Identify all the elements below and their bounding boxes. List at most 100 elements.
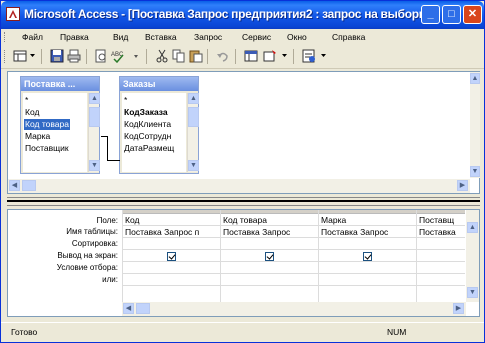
grid-cell-show[interactable] [221, 251, 318, 262]
properties-icon[interactable] [302, 49, 316, 63]
menu-window[interactable]: Окно [287, 32, 307, 42]
grid-cell-or[interactable] [123, 275, 220, 286]
scroll-down-icon[interactable]: ▼ [188, 160, 199, 171]
grid-cell-field[interactable]: Код товара [221, 215, 318, 226]
grid-column[interactable]: Код Поставка Запрос п [122, 210, 220, 316]
grid-cell-show[interactable] [319, 251, 416, 262]
scroll-thumb[interactable] [22, 180, 36, 191]
column-selector[interactable] [123, 210, 220, 214]
show-checkbox[interactable] [363, 252, 372, 261]
field-item-key[interactable]: КодЗаказа [124, 107, 168, 118]
grid-cell-or[interactable] [319, 275, 416, 286]
menu-tools[interactable]: Сервис [242, 32, 271, 42]
view-dropdown-icon[interactable] [30, 54, 35, 57]
grid-cell-criteria[interactable] [123, 263, 220, 274]
field-list[interactable]: * КодЗаказа КодКлиента КодСотрудн ДатаРа… [122, 93, 186, 172]
menu-view[interactable]: Вид [113, 32, 128, 42]
run-icon[interactable] [263, 49, 277, 63]
field-item[interactable]: * [124, 95, 127, 106]
query-type-icon[interactable] [244, 49, 258, 63]
pane-splitter[interactable] [7, 197, 480, 206]
scroll-thumb[interactable] [89, 107, 100, 127]
menu-help[interactable]: Справка [332, 32, 365, 42]
menu-edit[interactable]: Правка [60, 32, 89, 42]
toolbar-grip[interactable] [4, 50, 7, 63]
field-item[interactable]: КодКлиента [124, 119, 171, 130]
grid-cell-criteria[interactable] [319, 263, 416, 274]
print-preview-icon[interactable] [94, 49, 108, 63]
scroll-right-icon[interactable]: ▶ [453, 303, 464, 314]
scroll-down-icon[interactable]: ▼ [470, 166, 480, 177]
grid-column[interactable]: Код товара Поставка Запрос [220, 210, 318, 316]
show-checkbox[interactable] [167, 252, 176, 261]
grid-cell-show[interactable] [417, 251, 465, 262]
menu-file[interactable]: Файл [22, 32, 43, 42]
grid-cell-table[interactable]: Поставка [417, 227, 465, 238]
scroll-up-icon[interactable]: ▲ [470, 73, 480, 84]
save-icon[interactable] [50, 49, 64, 63]
column-selector[interactable] [221, 210, 318, 214]
copy-icon[interactable] [172, 49, 186, 63]
spelling-dropdown-icon[interactable] [129, 49, 143, 63]
field-item[interactable]: ДатаРазмещ [124, 143, 174, 154]
field-list-scrollbar[interactable]: ▲ ▼ [88, 93, 100, 172]
cut-icon[interactable] [155, 49, 169, 63]
undo-icon[interactable] [216, 49, 230, 63]
grid-cell-criteria[interactable] [221, 263, 318, 274]
paste-icon[interactable] [189, 49, 203, 63]
grid-cell-sort[interactable] [319, 239, 416, 250]
show-checkbox[interactable] [265, 252, 274, 261]
column-selector[interactable] [417, 210, 465, 214]
table-pane[interactable]: Поставка ... * Код Код товара Марка Пост… [7, 71, 480, 194]
field-item[interactable]: * [25, 95, 28, 106]
field-list[interactable]: * Код Код товара Марка Поставщик [23, 93, 87, 172]
scroll-right-icon[interactable]: ▶ [457, 180, 468, 191]
grid-cell-criteria[interactable] [417, 263, 465, 274]
table-pane-vscrollbar[interactable]: ▲ ▼ [470, 72, 480, 178]
field-item[interactable]: Поставщик [25, 143, 69, 154]
grid-cell-field[interactable]: Марка [319, 215, 416, 226]
table-pane-hscrollbar[interactable]: ◀ ▶ [8, 179, 470, 193]
title-bar[interactable]: Microsoft Access - [Поставка Запрос пред… [1, 1, 484, 29]
menu-grip[interactable] [4, 32, 7, 42]
access-app-icon[interactable] [6, 7, 20, 21]
join-line[interactable] [107, 136, 108, 161]
grid-column[interactable]: Марка Поставка Запрос [318, 210, 416, 316]
close-button[interactable]: ✕ [463, 5, 482, 24]
print-icon[interactable] [67, 49, 81, 63]
scroll-down-icon[interactable]: ▼ [89, 160, 100, 171]
table-title[interactable]: Поставка ... [21, 77, 99, 91]
grid-column[interactable]: Поставщ Поставка [416, 210, 465, 316]
grid-cell-show[interactable] [123, 251, 220, 262]
minimize-button[interactable]: _ [421, 5, 440, 24]
menu-query[interactable]: Запрос [194, 32, 222, 42]
join-line[interactable] [107, 160, 120, 161]
spelling-icon[interactable]: ABC [111, 49, 125, 63]
grid-hscrollbar[interactable]: ◀ ▶ [122, 302, 466, 316]
column-selector[interactable] [319, 210, 416, 214]
table-title[interactable]: Заказы [120, 77, 198, 91]
scroll-up-icon[interactable]: ▲ [89, 93, 100, 104]
grid-cell-or[interactable] [417, 275, 465, 286]
query-type-dropdown-icon[interactable] [282, 54, 287, 57]
field-item-selected[interactable]: Код товара [24, 119, 70, 130]
grid-cell-field[interactable]: Код [123, 215, 220, 226]
scroll-thumb[interactable] [136, 303, 150, 314]
grid-cell-table[interactable]: Поставка Запрос [319, 227, 416, 238]
maximize-button[interactable]: □ [442, 5, 461, 24]
scroll-thumb[interactable] [188, 107, 199, 127]
field-list-scrollbar[interactable]: ▲ ▼ [187, 93, 199, 172]
scroll-left-icon[interactable]: ◀ [123, 303, 134, 314]
table-box-zakazy[interactable]: Заказы * КодЗаказа КодКлиента КодСотрудн… [119, 76, 199, 174]
grid-cell-table[interactable]: Поставка Запрос [221, 227, 318, 238]
field-item[interactable]: Марка [25, 131, 50, 142]
grid-cell-field[interactable]: Поставщ [417, 215, 465, 226]
scroll-down-icon[interactable]: ▼ [467, 287, 478, 298]
grid-vscrollbar[interactable]: ▲ ▼ [466, 210, 479, 302]
grid-cell-or[interactable] [221, 275, 318, 286]
field-item[interactable]: КодСотрудн [124, 131, 171, 142]
view-icon[interactable] [13, 49, 27, 63]
grid-cell-sort[interactable] [417, 239, 465, 250]
scroll-up-icon[interactable]: ▲ [467, 222, 478, 233]
scroll-left-icon[interactable]: ◀ [9, 180, 20, 191]
